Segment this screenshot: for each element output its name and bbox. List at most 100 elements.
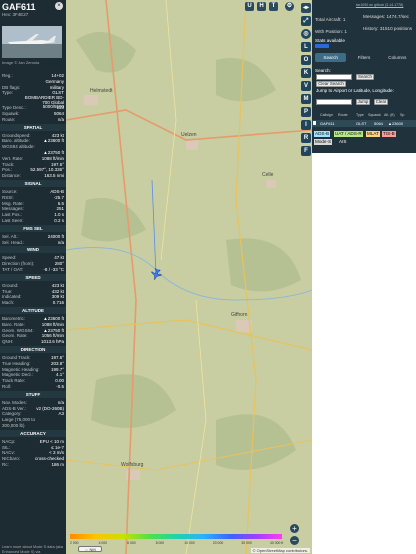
map-side-button-v[interactable]: V [301, 81, 311, 91]
map-label-wolfsburg: Wolfsburg [121, 462, 144, 468]
section-header-altitude[interactable]: ALTITUDE [0, 307, 66, 314]
section-header-spatial[interactable]: SPATIAL [0, 123, 66, 131]
info_rows-row-value: military [49, 84, 64, 90]
close-icon[interactable]: × [55, 2, 63, 10]
altitude-colorbar [70, 534, 282, 539]
search-input[interactable] [316, 74, 352, 80]
map-side-button-f[interactable]: F [301, 146, 311, 156]
map-side-button-l[interactable]: L [301, 42, 311, 52]
stats-chart-icon[interactable] [315, 44, 329, 48]
column-header[interactable]: Route [338, 113, 348, 117]
signal_rows-row-value: 251 [56, 206, 64, 212]
expand-icon[interactable]: ⤢ [301, 16, 311, 26]
tab-columns[interactable]: Columns [382, 53, 413, 62]
spatial_rows-row-label: Pos.: [2, 167, 13, 173]
column-header[interactable]: Type [356, 113, 364, 117]
map-label-helmstedt: Helmstedt [90, 88, 113, 94]
section-header-signal[interactable]: SIGNAL [0, 180, 66, 187]
speed_rows-row-value: 309 kt [51, 294, 64, 300]
tab-filters[interactable]: Filters [348, 53, 379, 62]
altitude_rows-row-value: 1013.6 hPa [40, 339, 64, 345]
source-badge: ADS-B [314, 131, 331, 137]
map-button-u[interactable]: U [245, 2, 254, 11]
units-toggle-button[interactable]: ⇔ NM [78, 546, 102, 552]
flag-icon [313, 121, 316, 125]
speed_rows-row-value: 432 kt [51, 288, 64, 294]
spatial_rows-row-label: WGS84 altitude: [2, 144, 35, 150]
column-header[interactable]: Alt. (ft) [384, 113, 395, 117]
info_rows-row-value: L2J [56, 105, 64, 111]
total-aircraft: Total Aircraft: 1 [315, 17, 346, 22]
map-side-button-m[interactable]: M [301, 94, 311, 104]
sidebar-header: tar1090 on github (3.14.1778) Total Airc… [312, 0, 416, 153]
column-header[interactable]: Sp [400, 113, 404, 117]
stuff_rows-row-value: n/a [57, 399, 64, 405]
column-header[interactable]: Squawk [368, 113, 381, 117]
table-row[interactable]: GAF611 GLST 5064 ▲23600 [312, 120, 416, 127]
search-button[interactable]: Search [356, 74, 374, 80]
colorbar-label: 30 000 [241, 541, 252, 545]
direction_rows-row-value: -0.5 [56, 384, 64, 389]
source-badge: AIS [339, 139, 347, 144]
signal_rows-row-label: Messages: [2, 206, 24, 212]
map-side-button-o[interactable]: O [301, 55, 311, 65]
stats-link[interactable]: Stats available [315, 38, 345, 43]
map-side-button-p[interactable]: P [301, 107, 311, 117]
direction_rows-row-label: Magnetic Decl.: [2, 372, 34, 378]
wind_rows-row-label: TAT / OAT: [2, 267, 24, 272]
map-view[interactable]: Helmstedt Uelzen Gifhorn Wolfsburg Celle… [66, 0, 312, 554]
spatial_rows-row-label: Vert. Rate: [2, 155, 24, 161]
signal_rows-row-value: 1.0 s [54, 212, 64, 218]
version-link[interactable]: tar1090 on github (3.14.1778) [356, 3, 403, 7]
reset-map-icon[interactable]: ◎ [301, 29, 311, 39]
jump-button[interactable]: Jump [356, 99, 370, 105]
section-header-wind[interactable]: WIND [0, 246, 66, 254]
tab-search[interactable]: Search [315, 53, 347, 62]
info_rows-row-label: Type: [2, 90, 14, 96]
stuff_rows-row-label: 300,000 lb) [2, 423, 25, 428]
map-label-celle: Celle [262, 172, 274, 178]
section-header-stuff[interactable]: STUFF [0, 390, 66, 398]
search-label: Search: [315, 68, 331, 73]
accuracy_rows-row-value: cross-checked [34, 456, 64, 462]
settings-gear-icon[interactable]: ⚙ [285, 2, 294, 11]
zoom-out-button[interactable]: − [290, 536, 299, 545]
direction_rows-row-label: Track Rate: [2, 378, 26, 384]
spatial_rows-row-value: 1088 ft/min [41, 155, 64, 161]
stuff_rows-row-value: v2 (DO-260B) [36, 405, 64, 411]
section-header-direction[interactable]: DIRECTION [0, 346, 66, 353]
map-canvas[interactable]: Helmstedt Uelzen Gifhorn Wolfsburg Celle [66, 0, 312, 554]
info_rows-row-label: Type Desc.: [2, 105, 26, 111]
map-button-t[interactable]: T [269, 2, 278, 11]
altitude_rows-row-value: ▲23600 ft [43, 316, 64, 321]
map-button-h[interactable]: H [257, 2, 266, 11]
aircraft-photo-image [2, 26, 62, 58]
fms_rows-row-label: Sel. Alt.: [2, 233, 19, 239]
accuracy_rows-row-value: < 3 m/s [49, 450, 64, 456]
altitude_rows-row-label: Geom. Rate: [2, 333, 28, 339]
accuracy_rows-row-value: 186 m [51, 462, 64, 467]
section-header-speed[interactable]: SPEED [0, 273, 66, 281]
clear-jump-button[interactable]: Clear [374, 99, 388, 105]
map-layer-strip: ◂▸ ⤢ ◎ LOKVMPIRF [300, 0, 312, 554]
altitude_rows-row-label: Barometric: [2, 316, 26, 321]
stuff_rows-row-label: Large (75,000 to [2, 417, 36, 423]
zoom-in-button[interactable]: + [290, 524, 299, 533]
column-header[interactable]: Callsign [320, 113, 333, 117]
clear-search-button[interactable]: Clear Search [316, 81, 346, 87]
signal_rows-row-label: Last Pos.: [2, 212, 23, 218]
map-side-button-k[interactable]: K [301, 68, 311, 78]
map-side-button-r[interactable]: R [301, 133, 311, 143]
spatial_rows-row-value: ▲23750 ft [43, 150, 64, 155]
jump-input[interactable] [316, 99, 352, 105]
section-header-fms[interactable]: FMS SEL [0, 224, 66, 232]
speed_rows-row-label: Indicated: [2, 294, 22, 300]
direction_rows-row-label: Roll: [2, 384, 12, 389]
aircraft-photo[interactable] [2, 26, 62, 58]
map-side-button-i[interactable]: I [301, 120, 311, 130]
signal_rows-row-value: 0.2 s [54, 218, 64, 223]
row-type: GLST [356, 121, 367, 126]
sidebar-toggle-icon[interactable]: ◂▸ [301, 3, 311, 13]
fms_rows-row-value: 24000 ft [47, 233, 64, 239]
section-header-accuracy[interactable]: ACCURACY [0, 429, 66, 437]
